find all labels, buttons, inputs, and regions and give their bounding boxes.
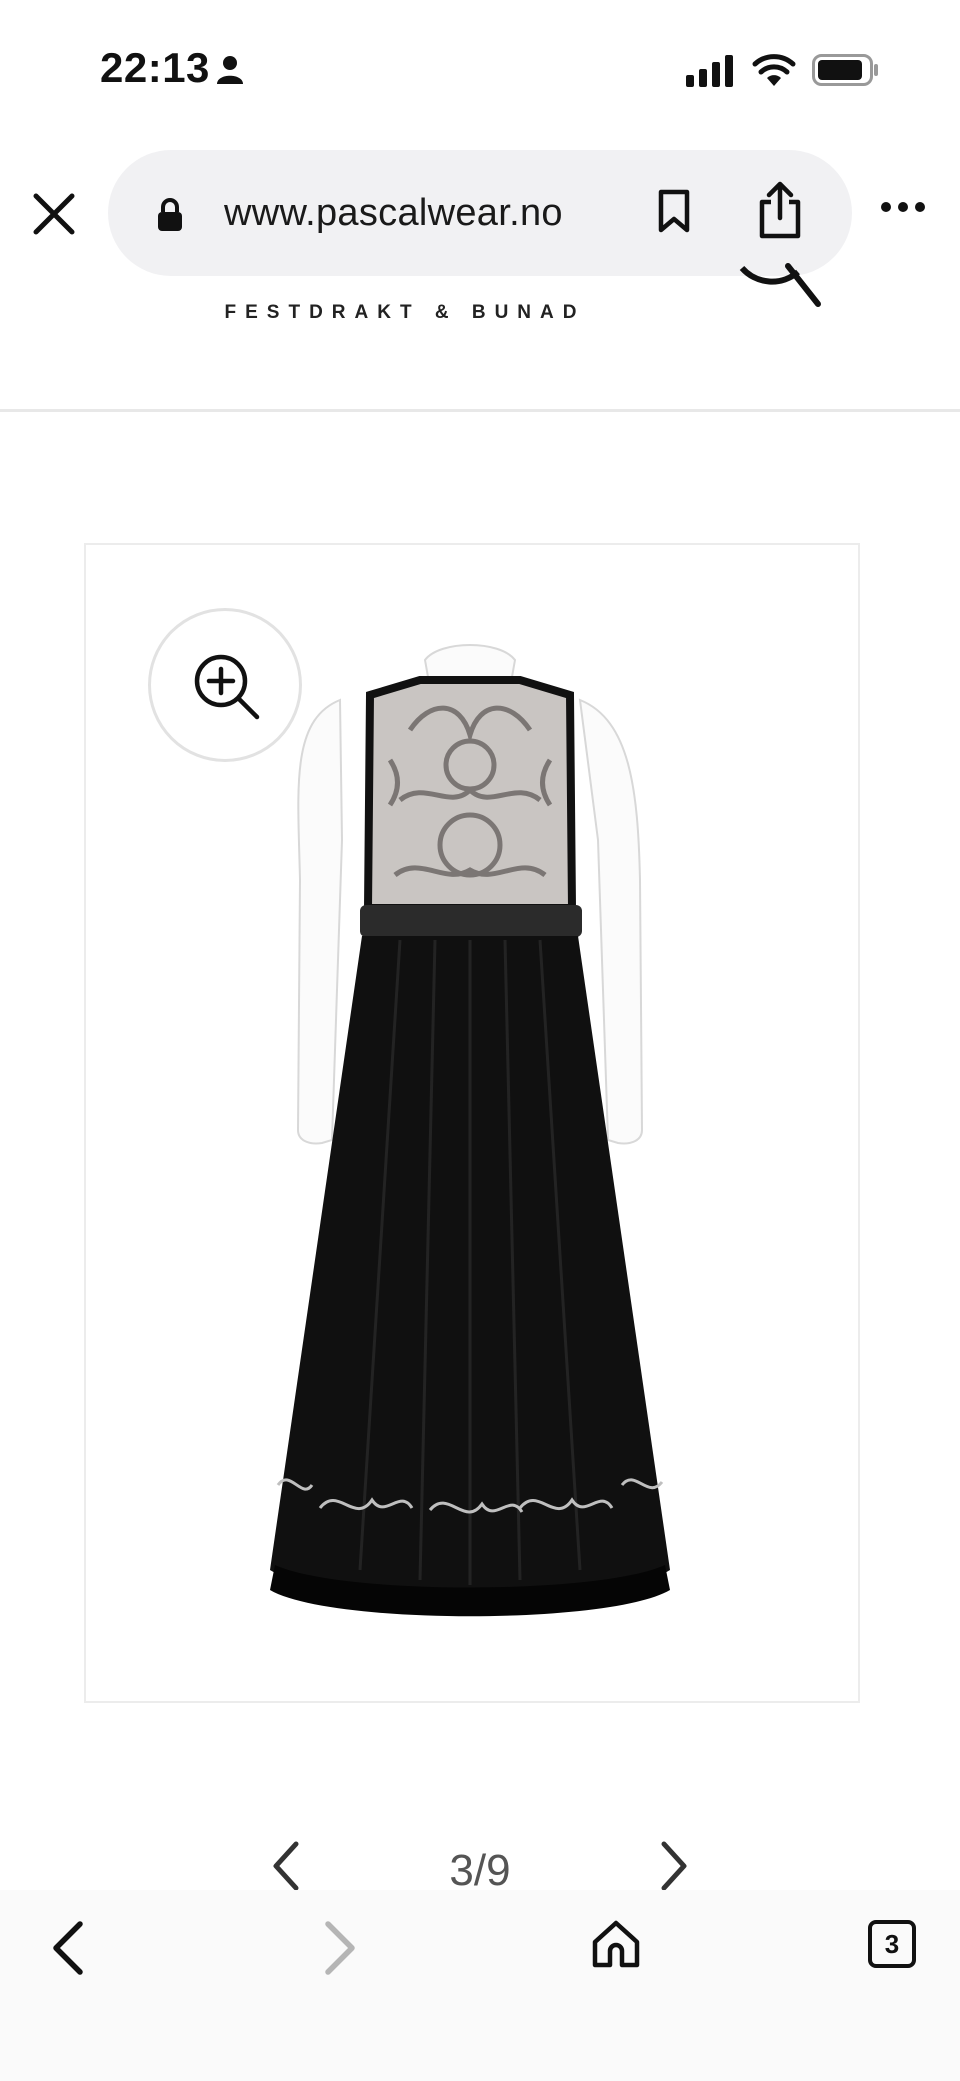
wifi-icon <box>752 54 796 86</box>
lock-icon <box>158 198 182 231</box>
previous-image-chevron-icon[interactable] <box>268 1840 304 1892</box>
back-arrow-icon[interactable] <box>48 1920 88 1976</box>
forward-arrow-icon[interactable] <box>320 1920 360 1976</box>
bookmark-icon[interactable] <box>656 188 692 234</box>
gallery-page-counter: 3/9 <box>449 1846 511 1895</box>
bottom-toolbar <box>0 1890 960 2081</box>
close-icon[interactable] <box>26 186 82 242</box>
home-icon[interactable] <box>590 1918 642 1970</box>
next-image-chevron-icon[interactable] <box>656 1840 692 1892</box>
product-photo-bunad[interactable] <box>250 640 690 1640</box>
tabs-icon[interactable]: 3 <box>868 1920 916 1968</box>
url-text[interactable]: www.pascalwear.no <box>224 192 563 235</box>
signal-icon <box>686 55 733 87</box>
battery-icon <box>812 54 878 86</box>
share-icon[interactable] <box>756 180 804 240</box>
status-time: 22:13 <box>100 44 210 91</box>
site-tagline: FESTDRAKT & BUNAD <box>224 302 586 323</box>
zoom-in-icon <box>194 654 260 720</box>
zoom-button[interactable] <box>148 608 302 762</box>
header-divider <box>0 409 960 412</box>
person-icon <box>217 56 243 84</box>
more-icon[interactable] <box>880 200 926 214</box>
search-icon[interactable] <box>730 238 830 310</box>
